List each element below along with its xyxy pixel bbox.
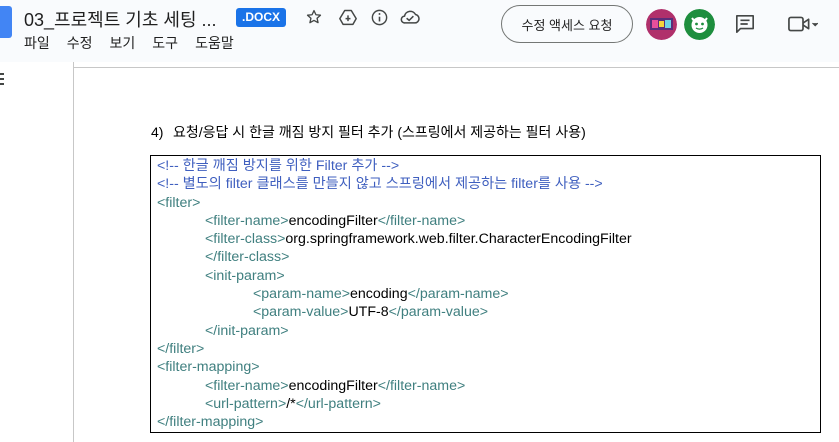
code-block: <!-- 한글 깨짐 방지를 위한 Filter 추가 --> <!-- 별도의… — [150, 155, 821, 433]
request-edit-access-button[interactable]: 수정 액세스 요청 — [501, 5, 633, 43]
user-avatar[interactable] — [646, 9, 677, 40]
menu-tools[interactable]: 도구 — [152, 33, 178, 53]
video-call-icon[interactable] — [786, 12, 820, 36]
code-line: <filter> — [157, 194, 201, 211]
star-icon[interactable] — [303, 6, 325, 28]
code-line: </filter-class> — [205, 249, 290, 266]
code-line: </init-param> — [205, 322, 289, 339]
cloud-status-icon[interactable] — [399, 6, 421, 28]
code-line: </filter-mapping> — [157, 414, 264, 431]
file-type-badge: .DOCX — [236, 8, 287, 27]
code-line: </filter> — [157, 340, 205, 357]
document-outline-icon[interactable] — [0, 70, 10, 90]
collaborator-avatar[interactable] — [684, 9, 715, 40]
code-comment-line: <!-- 별도의 filter 클래스를 만들지 않고 스프링에서 제공하는 f… — [157, 176, 603, 193]
code-line: <filter-mapping> — [157, 359, 260, 376]
menu-help[interactable]: 도움말 — [195, 33, 234, 53]
code-line: <filter-name>encodingFilter</filter-name… — [205, 377, 466, 394]
menu-view[interactable]: 보기 — [110, 33, 136, 53]
section-heading: 4) 요청/응답 시 한글 깨짐 방지 필터 추가 (스프링에서 제공하는 필터 … — [151, 122, 586, 142]
code-line: <url-pattern>/*</url-pattern> — [205, 395, 381, 412]
code-line: <filter-name>encodingFilter</filter-name… — [205, 212, 466, 229]
comments-icon[interactable] — [733, 12, 757, 36]
heading-text: 요청/응답 시 한글 깨짐 방지 필터 추가 (스프링에서 제공하는 필터 사용… — [173, 124, 586, 140]
heading-number: 4) — [151, 124, 164, 140]
info-icon[interactable] — [368, 6, 390, 28]
move-to-drive-icon[interactable] — [337, 6, 359, 28]
code-line: <filter-class>org.springframework.web.fi… — [205, 231, 632, 248]
top-bar: 03_프로젝트 기초 세팅 ... .DOCX 파일 수정 보기 도구 도움말 … — [0, 0, 839, 62]
docs-logo-icon[interactable] — [0, 6, 12, 38]
menu-bar: 파일 수정 보기 도구 도움말 — [24, 33, 251, 53]
menu-edit[interactable]: 수정 — [67, 33, 93, 53]
menu-file[interactable]: 파일 — [24, 33, 50, 53]
code-line: <init-param> — [205, 267, 285, 284]
page-top-edge — [73, 67, 839, 68]
code-line: <param-value>UTF-8</param-value> — [253, 304, 489, 321]
document-title[interactable]: 03_프로젝트 기초 세팅 ... — [24, 6, 217, 32]
code-line: <param-name>encoding</param-name> — [253, 286, 509, 303]
code-comment-line: <!-- 한글 깨짐 방지를 위한 Filter 추가 --> — [157, 158, 400, 174]
